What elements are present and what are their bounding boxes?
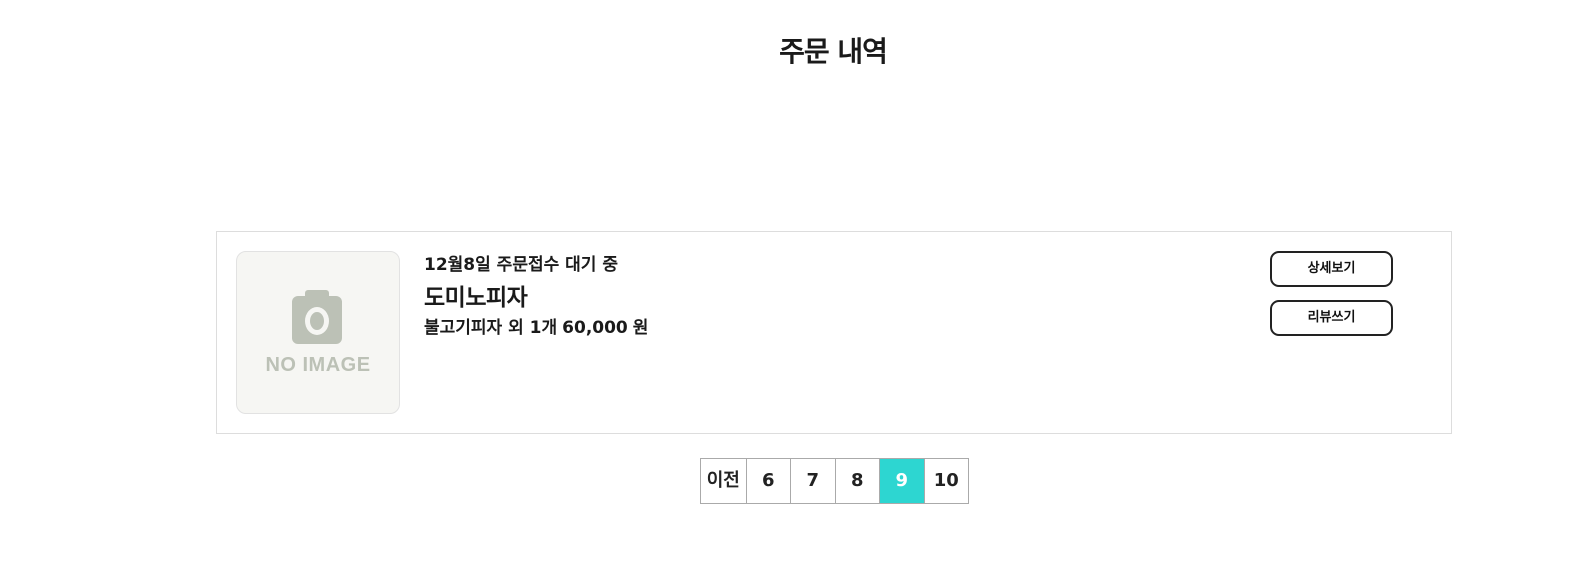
view-detail-button[interactable]: 상세보기 [1270,251,1393,287]
pagination-page[interactable]: 10 [923,459,968,503]
store-name: 도미노피자 [424,285,528,311]
order-summary: 불고기피자 외 1개 60,000 원 [424,317,653,339]
camera-icon [292,290,342,344]
page-title: 주문 내역 [779,35,888,68]
order-items: 불고기피자 외 1개 [424,318,558,338]
pagination-prev-button[interactable]: 이전 [701,459,746,503]
order-thumbnail: NO IMAGE [236,251,400,414]
write-review-button[interactable]: 리뷰쓰기 [1270,300,1393,336]
order-card: NO IMAGE 12월8일 주문접수 대기 중 도미노피자 불고기피자 외 1… [216,231,1452,434]
pagination-page-current[interactable]: 9 [879,459,924,503]
pagination: 이전 6 7 8 9 10 [700,458,969,504]
order-info: 12월8일 주문접수 대기 중 도미노피자 불고기피자 외 1개 60,000 원 [424,254,653,339]
no-image-label: NO IMAGE [265,354,371,376]
order-price: 60,000 [562,318,628,338]
order-currency: 원 [632,318,649,338]
pagination-page[interactable]: 8 [834,459,879,503]
pagination-page[interactable]: 6 [745,459,790,503]
pagination-page[interactable]: 7 [790,459,835,503]
order-status: 12월8일 주문접수 대기 중 [424,255,619,275]
